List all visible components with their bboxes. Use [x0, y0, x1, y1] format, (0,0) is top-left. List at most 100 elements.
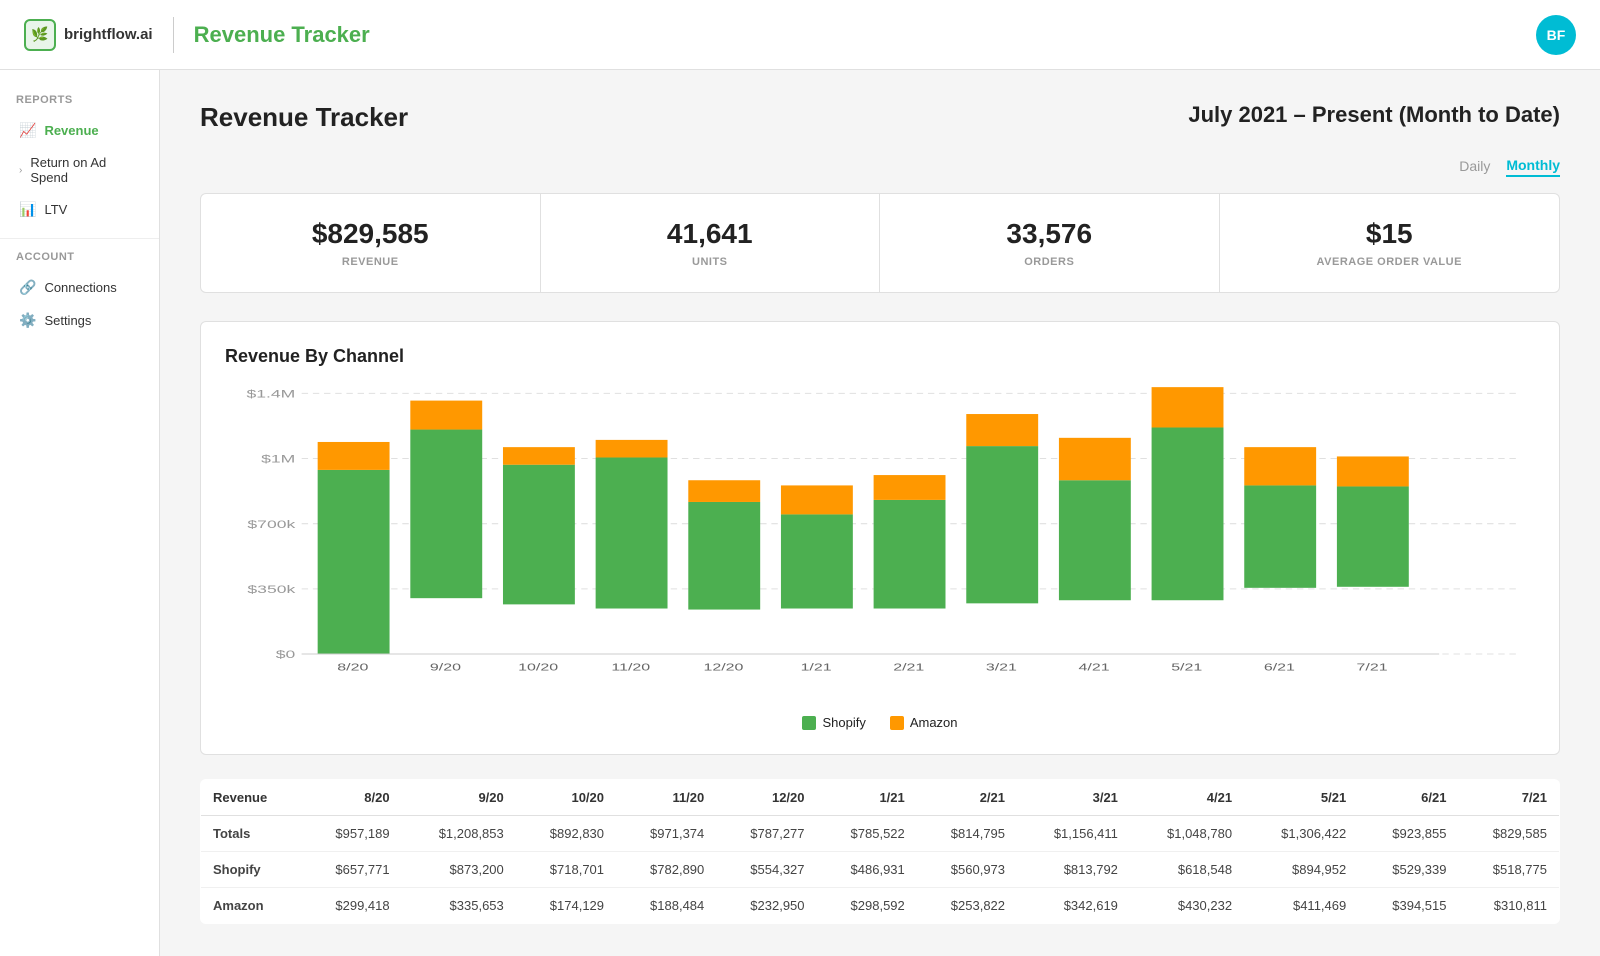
sidebar-item-revenue[interactable]: 📈 Revenue	[0, 114, 159, 147]
totals-221: $814,795	[917, 816, 1017, 852]
reports-section-label: REPORTS	[0, 94, 159, 114]
col-header-121: 1/21	[817, 780, 917, 816]
chart-title: Revenue By Channel	[225, 346, 1535, 367]
svg-text:3/21: 3/21	[986, 661, 1017, 673]
stat-card-orders: 33,576 ORDERS	[880, 194, 1220, 292]
svg-text:4/21: 4/21	[1079, 661, 1110, 673]
sidebar: REPORTS 📈 Revenue › Return on Ad Spend 📊…	[0, 70, 160, 956]
col-header-920: 9/20	[402, 780, 516, 816]
stat-label-orders: ORDERS	[900, 256, 1199, 268]
page-title: Revenue Tracker	[200, 102, 408, 133]
view-toggle: Daily Monthly	[200, 157, 1560, 177]
amazon-1220: $232,950	[716, 888, 816, 924]
shopify-1020: $718,701	[516, 852, 616, 888]
bar-shopify-6	[874, 500, 946, 609]
col-header-321: 3/21	[1017, 780, 1130, 816]
bar-shopify-3	[596, 457, 668, 608]
col-header-820: 8/20	[301, 780, 401, 816]
shopify-521: $894,952	[1244, 852, 1358, 888]
totals-121: $785,522	[817, 816, 917, 852]
table-header-row: Revenue 8/20 9/20 10/20 11/20 12/20 1/21…	[201, 780, 1560, 816]
svg-text:1/21: 1/21	[801, 661, 832, 673]
header-divider	[173, 17, 174, 53]
shopify-221: $560,973	[917, 852, 1017, 888]
logo-icon: 🌿	[24, 19, 56, 51]
top-header: 🌿 brightflow.ai Revenue Tracker BF	[0, 0, 1600, 70]
svg-text:$1M: $1M	[261, 453, 295, 465]
bar-amazon-6	[874, 475, 946, 500]
bar-amazon-0	[318, 442, 390, 470]
user-avatar[interactable]: BF	[1536, 15, 1576, 55]
bar-shopify-9	[1152, 427, 1224, 600]
svg-text:6/21: 6/21	[1264, 661, 1295, 673]
stat-label-aov: AVERAGE ORDER VALUE	[1240, 256, 1540, 268]
shopify-321: $813,792	[1017, 852, 1130, 888]
stat-value-revenue: $829,585	[221, 218, 520, 250]
sidebar-label-ltv: LTV	[44, 202, 67, 217]
bar-shopify-8	[1059, 480, 1131, 600]
amazon-820: $299,418	[301, 888, 401, 924]
totals-721: $829,585	[1458, 816, 1559, 852]
svg-text:8/20: 8/20	[337, 661, 368, 673]
bar-shopify-1	[410, 430, 482, 599]
totals-1020: $892,830	[516, 816, 616, 852]
totals-421: $1,048,780	[1130, 816, 1244, 852]
sidebar-item-connections[interactable]: 🔗 Connections	[0, 271, 159, 304]
chart-svg: $1.4M $1M $700k $350k $0 8/20 9/20	[225, 383, 1535, 683]
ltv-icon: 📊	[19, 201, 36, 218]
bar-shopify-7	[966, 446, 1038, 603]
bar-amazon-9	[1152, 387, 1224, 427]
shopify-421: $618,548	[1130, 852, 1244, 888]
shopify-legend-label: Shopify	[822, 715, 865, 730]
bar-shopify-0	[318, 470, 390, 654]
sidebar-item-roas[interactable]: › Return on Ad Spend	[0, 147, 159, 193]
amazon-421: $430,232	[1130, 888, 1244, 924]
amazon-621: $394,515	[1358, 888, 1458, 924]
svg-text:$0: $0	[276, 649, 296, 661]
amazon-121: $298,592	[817, 888, 917, 924]
bar-shopify-2	[503, 465, 575, 605]
svg-text:9/20: 9/20	[430, 661, 461, 673]
legend-amazon: Amazon	[890, 715, 958, 730]
bar-amazon-10	[1244, 447, 1316, 485]
col-header-521: 5/21	[1244, 780, 1358, 816]
shopify-121: $486,931	[817, 852, 917, 888]
amazon-1020: $174,129	[516, 888, 616, 924]
stat-label-revenue: REVENUE	[221, 256, 520, 268]
col-header-1120: 11/20	[616, 780, 716, 816]
revenue-icon: 📈	[19, 122, 36, 139]
daily-toggle-btn[interactable]: Daily	[1459, 157, 1490, 177]
monthly-toggle-btn[interactable]: Monthly	[1506, 157, 1560, 177]
sidebar-item-settings[interactable]: ⚙️ Settings	[0, 304, 159, 337]
table-row-amazon: Amazon $299,418 $335,653 $174,129 $188,4…	[201, 888, 1560, 924]
svg-text:12/20: 12/20	[703, 661, 743, 673]
col-header-label: Revenue	[201, 780, 302, 816]
col-header-621: 6/21	[1358, 780, 1458, 816]
totals-321: $1,156,411	[1017, 816, 1130, 852]
amazon-321: $342,619	[1017, 888, 1130, 924]
chevron-icon-roas: ›	[19, 165, 22, 176]
svg-text:10/20: 10/20	[518, 661, 558, 673]
shopify-721: $518,775	[1458, 852, 1559, 888]
stat-card-aov: $15 AVERAGE ORDER VALUE	[1220, 194, 1560, 292]
bar-amazon-5	[781, 485, 853, 514]
stat-value-aov: $15	[1240, 218, 1540, 250]
chart-section: Revenue By Channel $1.4M $1M $700k $350k…	[200, 321, 1560, 755]
svg-text:11/20: 11/20	[611, 661, 650, 673]
legend-shopify: Shopify	[802, 715, 865, 730]
sidebar-label-connections: Connections	[44, 280, 116, 295]
amazon-221: $253,822	[917, 888, 1017, 924]
account-section-label: ACCOUNT	[0, 251, 159, 271]
col-header-721: 7/21	[1458, 780, 1559, 816]
row-label-amazon: Amazon	[201, 888, 302, 924]
stat-card-revenue: $829,585 REVENUE	[201, 194, 541, 292]
sidebar-label-roas: Return on Ad Spend	[30, 155, 143, 185]
row-label-totals: Totals	[201, 816, 302, 852]
shopify-1120: $782,890	[616, 852, 716, 888]
shopify-legend-dot	[802, 716, 816, 730]
sidebar-item-ltv[interactable]: 📊 LTV	[0, 193, 159, 226]
shopify-621: $529,339	[1358, 852, 1458, 888]
svg-text:7/21: 7/21	[1357, 661, 1388, 673]
totals-820: $957,189	[301, 816, 401, 852]
svg-text:5/21: 5/21	[1171, 661, 1202, 673]
